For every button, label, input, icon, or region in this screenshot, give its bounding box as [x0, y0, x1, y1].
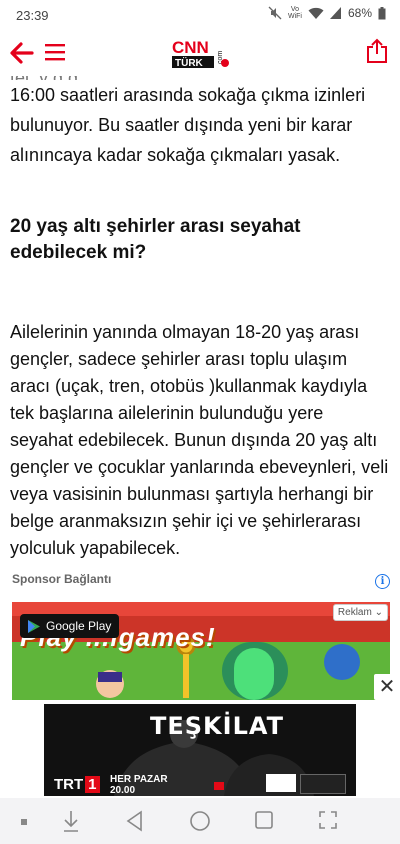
sponsor-label: Sponsor Bağlantı — [12, 572, 112, 586]
trt-text: TRT — [54, 776, 84, 793]
banner-ad[interactable]: TEŞKİLAT TRT 1 HER PAZAR 20.00 — [0, 700, 400, 798]
paragraph-1-text: 16:00 saatleri arasında sokağa çıkma izi… — [10, 85, 366, 165]
app-header: CNN TÜRK com — [0, 30, 400, 76]
ad-reklam-dropdown[interactable]: Reklam ⌄ — [332, 604, 388, 621]
download-icon[interactable] — [62, 810, 80, 832]
status-bar: 23:39 Vo WiFi 68% — [0, 0, 400, 30]
google-play-label: Google Play — [46, 619, 112, 633]
qr-code — [266, 774, 296, 792]
reklam-label: Reklam — [337, 607, 372, 618]
wifi-icon — [308, 7, 324, 19]
mute-icon — [268, 6, 282, 20]
broadcast-hour: 20.00 — [110, 785, 136, 796]
home-circle-icon[interactable] — [189, 810, 211, 832]
google-play-icon — [28, 619, 40, 633]
google-play-badge[interactable]: Google Play — [20, 614, 120, 638]
status-icons: Vo WiFi 68% — [268, 6, 386, 20]
volte-line1: Vo — [290, 6, 300, 13]
article-subheading: 20 yaş altı şehirler arası seyahat edebi… — [10, 216, 301, 263]
trt1-logo: TRT 1 — [54, 776, 100, 793]
app-store-badge — [300, 774, 346, 794]
cnnturk-logo[interactable]: CNN TÜRK com — [170, 36, 234, 70]
ad-info-icon[interactable]: i — [375, 574, 390, 589]
broadcast-day: HER PAZAR — [110, 774, 168, 785]
banner-ad-image: TEŞKİLAT TRT 1 HER PAZAR 20.00 — [44, 704, 356, 796]
hamburger-icon[interactable] — [44, 42, 66, 62]
article-paragraph-2: Ailelerinin yanında olmayan 18-20 yaş ar… — [10, 322, 389, 558]
recents-square-icon[interactable] — [254, 810, 274, 830]
article-paragraph-1: tel. y ğ g 16:00 saatleri arasında sokağ… — [10, 76, 390, 170]
dot-icon[interactable] — [20, 818, 28, 826]
system-nav-bar — [0, 798, 400, 844]
battery-percent: 68% — [347, 6, 372, 20]
banner-title: TEŞKİLAT — [150, 712, 284, 740]
close-ad-button[interactable]: ✕ — [374, 674, 400, 700]
logo-cnn-text: CNN — [172, 38, 209, 57]
chevron-down-icon: ⌄ — [374, 607, 383, 618]
status-time: 23:39 — [16, 8, 49, 23]
volte-line2: WiFi — [287, 13, 302, 20]
logo-turk-text: TÜRK — [175, 56, 204, 69]
fullscreen-icon[interactable] — [318, 810, 338, 830]
signal-icon — [329, 7, 341, 19]
arrow-left-icon[interactable] — [10, 42, 34, 64]
clipped-line: tel. y ğ g — [10, 76, 390, 80]
trt-num: 1 — [85, 776, 100, 793]
battery-icon — [378, 6, 386, 19]
back-triangle-icon[interactable] — [126, 810, 144, 832]
sponsored-ad-card[interactable]: Play ...igames! Google Play Reklam ⌄ — [12, 602, 390, 700]
broadcast-schedule: HER PAZAR 20.00 — [110, 774, 168, 796]
share-icon[interactable] — [366, 38, 388, 64]
volte-wifi-indicator: Vo WiFi — [288, 6, 302, 20]
